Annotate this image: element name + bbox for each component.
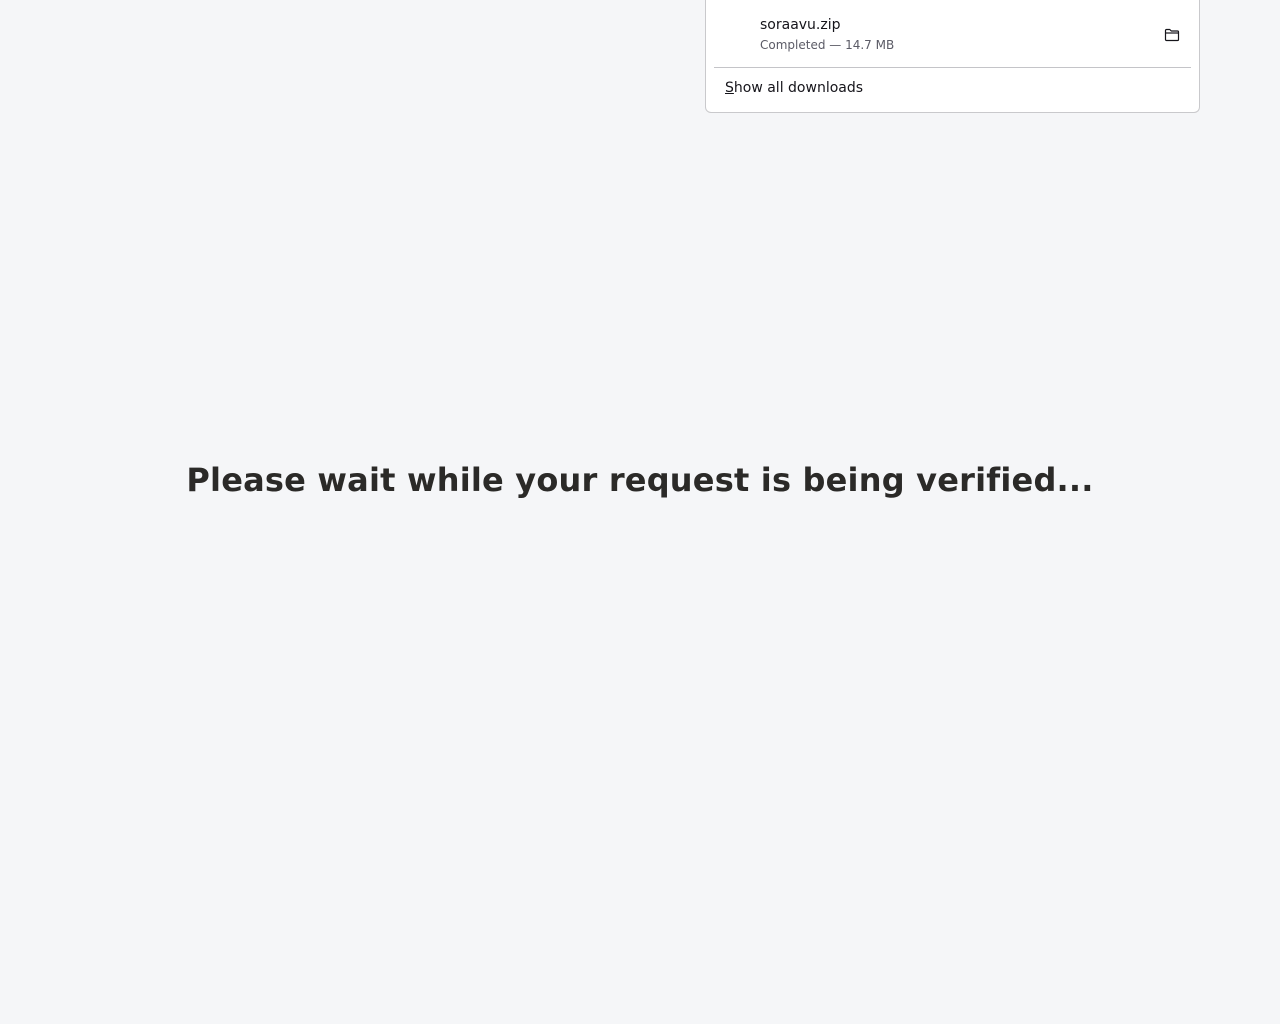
download-status: Completed — 14.7 MB xyxy=(760,38,895,52)
show-all-label: how all downloads xyxy=(733,80,864,96)
file-type-icon xyxy=(728,17,752,47)
verification-heading: Please wait while your request is being … xyxy=(186,461,1094,499)
download-file-name: soraavu.zip xyxy=(760,17,841,33)
download-item[interactable]: soraavu.zip Completed — 14.7 MB xyxy=(706,0,1199,67)
panel-divider xyxy=(714,67,1191,68)
show-all-downloads-button[interactable]: Show all downloads xyxy=(725,79,863,97)
downloads-panel: soraavu.zip Completed — 14.7 MB Show all… xyxy=(705,0,1200,113)
open-containing-folder-button[interactable] xyxy=(1160,23,1184,47)
page: Please wait while your request is being … xyxy=(0,0,1280,1024)
show-all-accesskey: S xyxy=(725,80,734,96)
folder-icon xyxy=(1164,28,1180,42)
